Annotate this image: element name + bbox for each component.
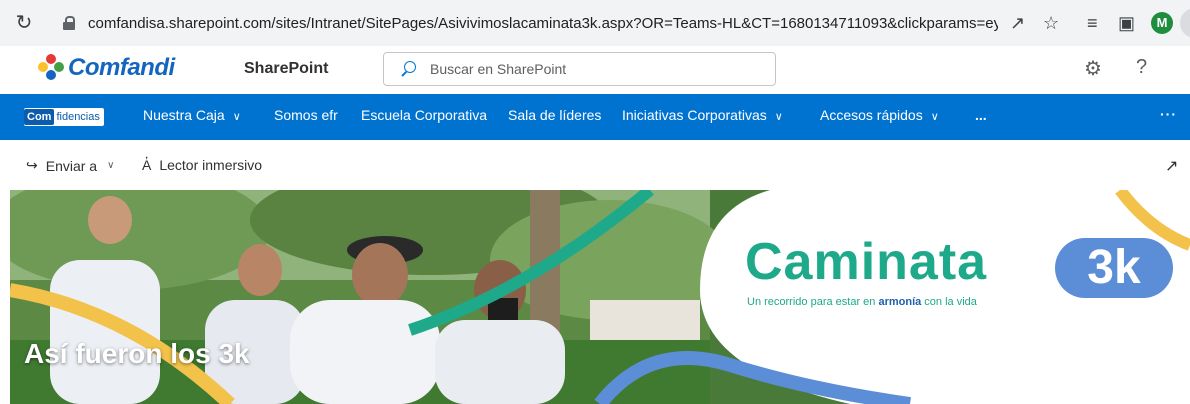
hub-navigation: Com fidencias Nuestra Caja ∨ Somos efr Es… <box>0 94 1190 140</box>
hero-photo <box>10 190 1190 404</box>
star-icon[interactable]: ☆ <box>1043 12 1059 34</box>
brand-part1: Com <box>24 109 55 125</box>
hero-banner: Caminata 3k Un recorrido para estar en a… <box>10 190 1190 404</box>
search-icon <box>400 61 416 77</box>
command-bar: ↪ Enviar a ∨ A҆ Lector inmersivo ↗ <box>0 140 1190 190</box>
tagline-bold: armonía <box>878 296 922 308</box>
nav-overflow-button[interactable]: ··· <box>1160 106 1177 122</box>
chevron-down-icon: ∨ <box>107 160 115 171</box>
chevron-down-icon: ∨ <box>930 111 939 123</box>
profile-avatar[interactable]: M <box>1151 12 1173 34</box>
brand-part2: fidencias <box>56 111 100 123</box>
nav-label: Iniciativas Corporativas <box>622 107 767 123</box>
browser-toolbar: ↻ comfandisa.sharepoint.com/sites/Intran… <box>0 0 1190 46</box>
side-panel-icon[interactable]: ▣ <box>1118 12 1135 34</box>
nav-item-accesos-rapidos[interactable]: Accesos rápidos ∨ <box>820 107 939 123</box>
logo-text: Comfandi <box>68 54 175 81</box>
send-to-label: Enviar a <box>45 157 98 174</box>
nav-item-iniciativas-corporativas[interactable]: Iniciativas Corporativas ∨ <box>622 107 783 123</box>
nav-item-escuela-corporativa[interactable]: Escuela Corporativa <box>361 107 487 123</box>
banner-badge: 3k <box>1055 238 1173 298</box>
tagline-pre: Un recorrido para estar en <box>747 296 879 308</box>
account-avatar[interactable] <box>1180 8 1190 38</box>
url-text[interactable]: comfandisa.sharepoint.com/sites/Intranet… <box>88 15 998 32</box>
search-input[interactable]: Buscar en SharePoint <box>383 52 776 86</box>
banner-title: Caminata <box>745 233 988 291</box>
logo-mark-icon <box>36 54 66 82</box>
gear-icon[interactable]: ⚙ <box>1084 56 1102 81</box>
tagline-post: con la vida <box>921 296 977 308</box>
nav-item-sala-de-lideres[interactable]: Sala de líderes <box>508 107 601 123</box>
nav-item-nuestra-caja[interactable]: Nuestra Caja ∨ <box>143 107 241 123</box>
search-placeholder[interactable]: Buscar en SharePoint <box>430 61 566 77</box>
share-icon[interactable]: ↗ <box>1010 12 1025 34</box>
nav-label: Escuela Corporativa <box>361 107 488 123</box>
reload-icon[interactable]: ↻ <box>12 0 36 46</box>
banner-tagline: Un recorrido para estar en armonía con l… <box>747 296 977 308</box>
comfandi-logo[interactable]: Comfandi <box>36 54 175 82</box>
expand-icon[interactable]: ↗ <box>1165 156 1178 176</box>
page-title: Así fueron los 3k <box>24 338 250 369</box>
comfidencias-logo[interactable]: Com fidencias <box>24 108 104 126</box>
address-bar[interactable]: comfandisa.sharepoint.com/sites/Intranet… <box>50 6 1080 40</box>
nav-more-button[interactable]: ... <box>975 107 987 123</box>
immersive-reader-button[interactable]: A҆ Lector inmersivo <box>142 157 262 173</box>
immersive-reader-icon: A҆ <box>142 157 152 173</box>
share-icon: ↪ <box>26 157 38 173</box>
lock-icon[interactable] <box>62 16 76 30</box>
chevron-down-icon: ∨ <box>774 111 783 123</box>
help-icon[interactable]: ? <box>1136 56 1147 79</box>
nav-label: Accesos rápidos <box>820 107 923 123</box>
nav-label: Somos efr <box>274 107 338 123</box>
sharepoint-header: Comfandi SharePoint Buscar en SharePoint… <box>0 46 1190 94</box>
nav-label: Nuestra Caja <box>143 107 225 123</box>
nav-item-somos-efr[interactable]: Somos efr <box>274 107 338 123</box>
nav-label: Sala de líderes <box>508 107 602 123</box>
chevron-down-icon: ∨ <box>232 111 241 123</box>
immersive-reader-label: Lector inmersivo <box>159 157 263 173</box>
reading-list-icon[interactable]: ≡ <box>1087 12 1098 34</box>
app-title[interactable]: SharePoint <box>244 60 328 78</box>
send-to-button[interactable]: ↪ Enviar a ∨ <box>26 157 114 174</box>
